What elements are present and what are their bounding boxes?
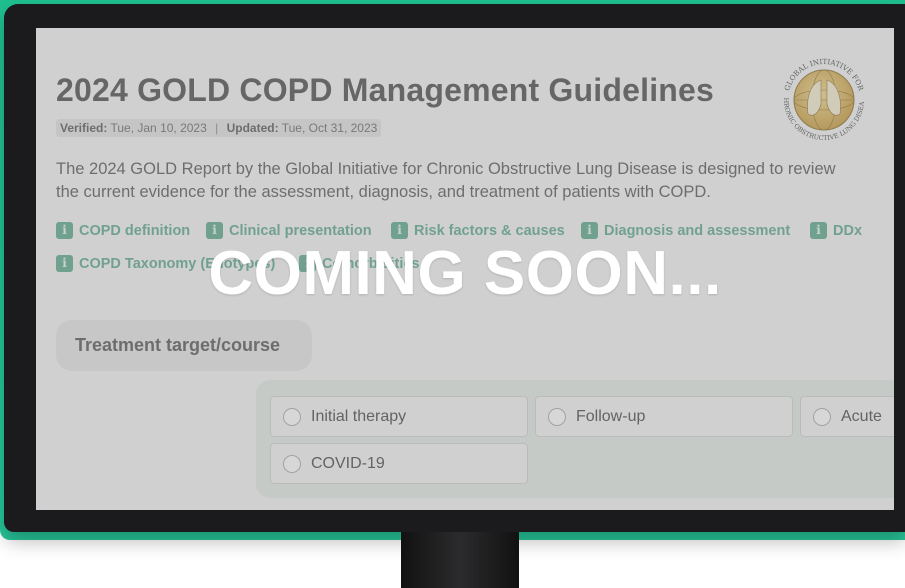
monitor-screen: 2024 GOLD COPD Management Guidelines Ver…	[36, 28, 894, 510]
coming-soon-text: COMING SOON...	[208, 239, 722, 308]
monitor-frame: 2024 GOLD COPD Management Guidelines Ver…	[4, 4, 905, 532]
monitor-stand	[401, 532, 519, 588]
